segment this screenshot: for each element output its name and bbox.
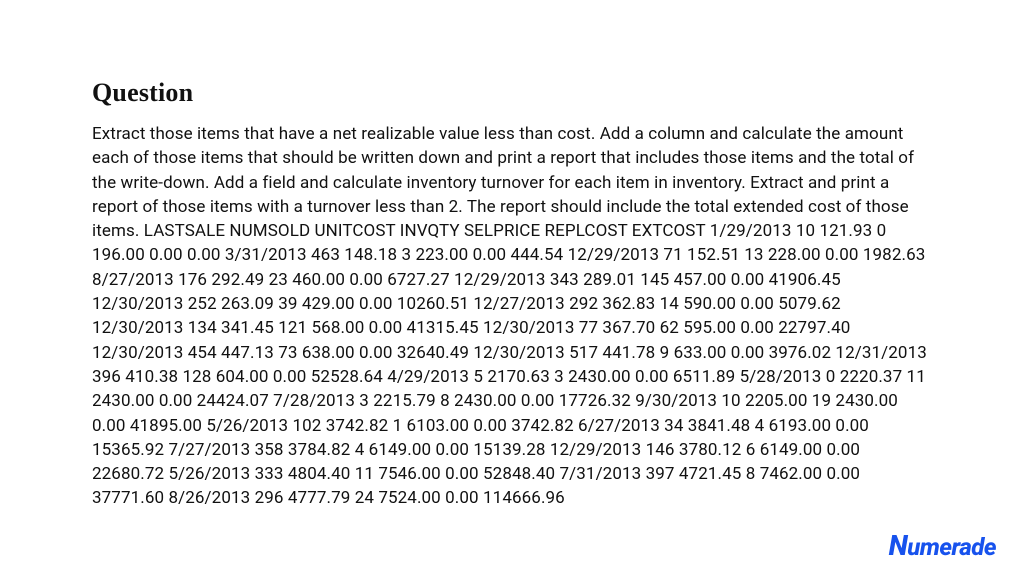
brand-logo: Numerade (889, 529, 996, 562)
question-heading: Question (92, 78, 932, 108)
question-page: Question Extract those items that have a… (0, 0, 1024, 576)
brand-text: umerade (907, 533, 996, 561)
question-body: Extract those items that have a net real… (92, 122, 932, 511)
